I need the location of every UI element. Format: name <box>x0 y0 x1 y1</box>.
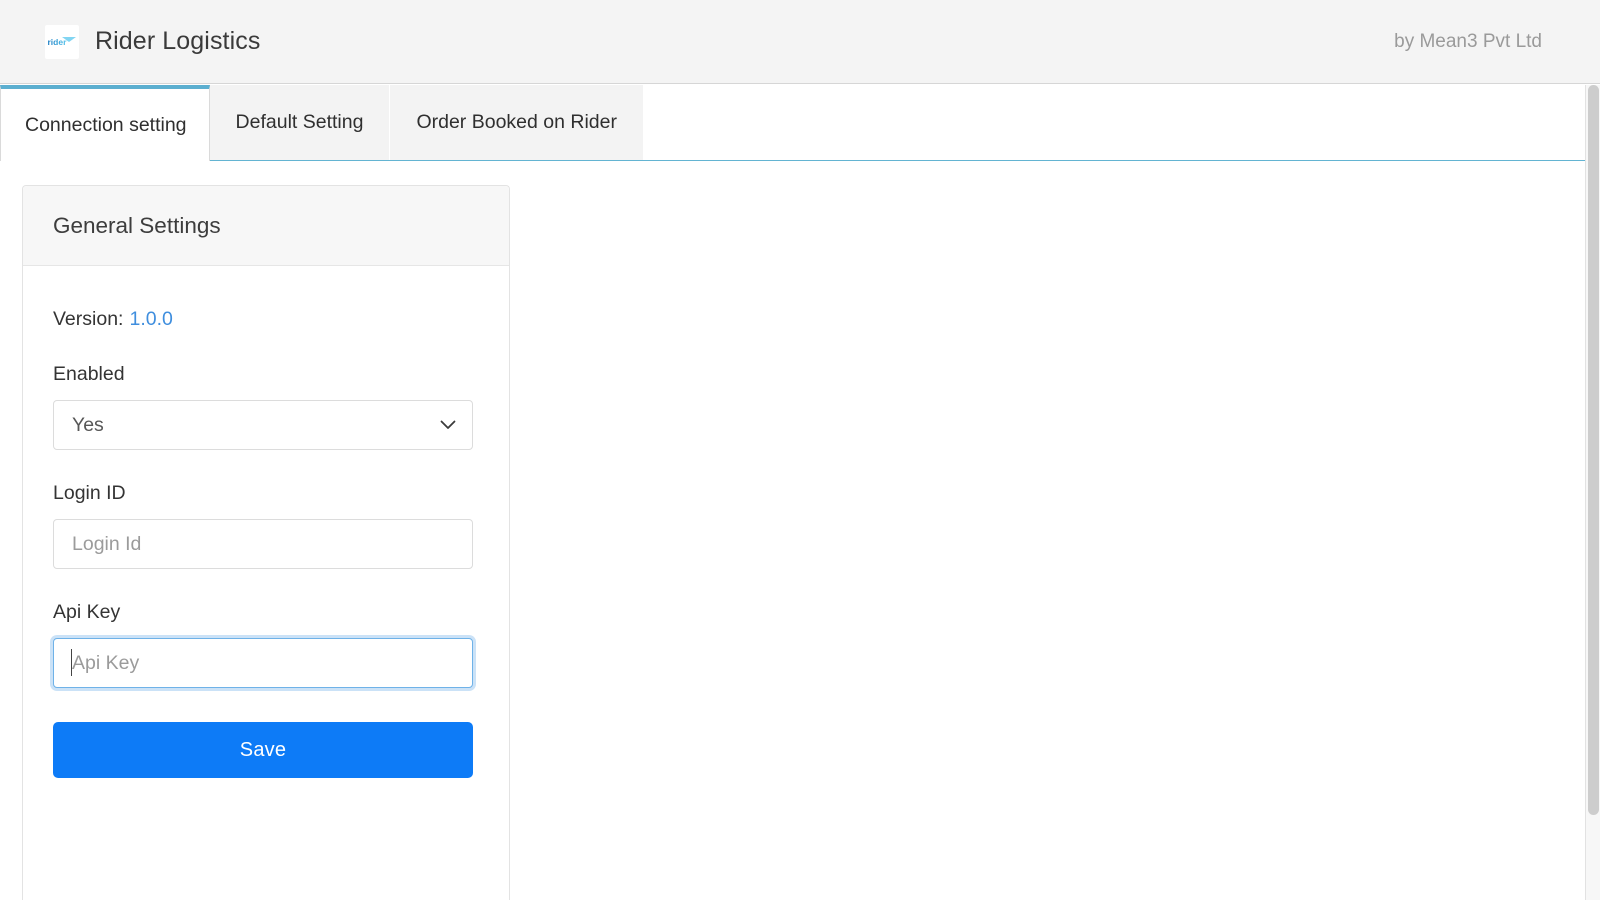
enabled-label: Enabled <box>53 363 479 386</box>
app-window: rider Rider Logistics by Mean3 Pvt Ltd C… <box>0 0 1600 900</box>
tab-label: Connection setting <box>25 114 187 137</box>
vendor-credit: by Mean3 Pvt Ltd <box>1394 31 1570 53</box>
form-group-enabled: Enabled Yes No <box>53 363 479 450</box>
save-button[interactable]: Save <box>53 722 473 778</box>
api-key-input[interactable] <box>53 638 473 688</box>
text-cursor-icon <box>71 649 72 676</box>
card-title: General Settings <box>53 213 221 239</box>
tab-label: Order Booked on Rider <box>416 111 617 134</box>
tab-default-setting[interactable]: Default Setting <box>210 85 391 160</box>
general-settings-card: General Settings Version: 1.0.0 Enabled … <box>22 185 510 900</box>
card-body: Version: 1.0.0 Enabled Yes No <box>23 266 509 778</box>
tab-strip: Connection setting Default Setting Order… <box>0 85 1585 161</box>
version-value: 1.0.0 <box>129 308 172 331</box>
tab-label: Default Setting <box>236 111 364 134</box>
api-key-label: Api Key <box>53 601 479 624</box>
enabled-select-wrapper: Yes No <box>53 400 473 450</box>
app-header: rider Rider Logistics by Mean3 Pvt Ltd <box>0 0 1600 84</box>
vertical-scrollbar[interactable] <box>1585 85 1600 900</box>
version-label: Version: <box>53 308 123 331</box>
login-id-input[interactable] <box>53 519 473 569</box>
form-group-login-id: Login ID <box>53 482 479 569</box>
rider-wordmark-logo-icon: rider <box>45 25 79 59</box>
brand: rider Rider Logistics <box>45 25 260 59</box>
scrollbar-thumb[interactable] <box>1588 85 1599 815</box>
app-title: Rider Logistics <box>95 27 260 56</box>
form-group-api-key: Api Key <box>53 601 479 688</box>
tab-panel-connection-setting: General Settings Version: 1.0.0 Enabled … <box>0 162 1585 900</box>
version-row: Version: 1.0.0 <box>53 308 479 331</box>
tab-order-booked-on-rider[interactable]: Order Booked on Rider <box>390 85 644 160</box>
tab-connection-setting[interactable]: Connection setting <box>0 85 210 161</box>
login-id-label: Login ID <box>53 482 479 505</box>
card-header: General Settings <box>23 186 509 266</box>
api-key-control <box>53 638 473 688</box>
enabled-select[interactable]: Yes No <box>53 400 473 450</box>
